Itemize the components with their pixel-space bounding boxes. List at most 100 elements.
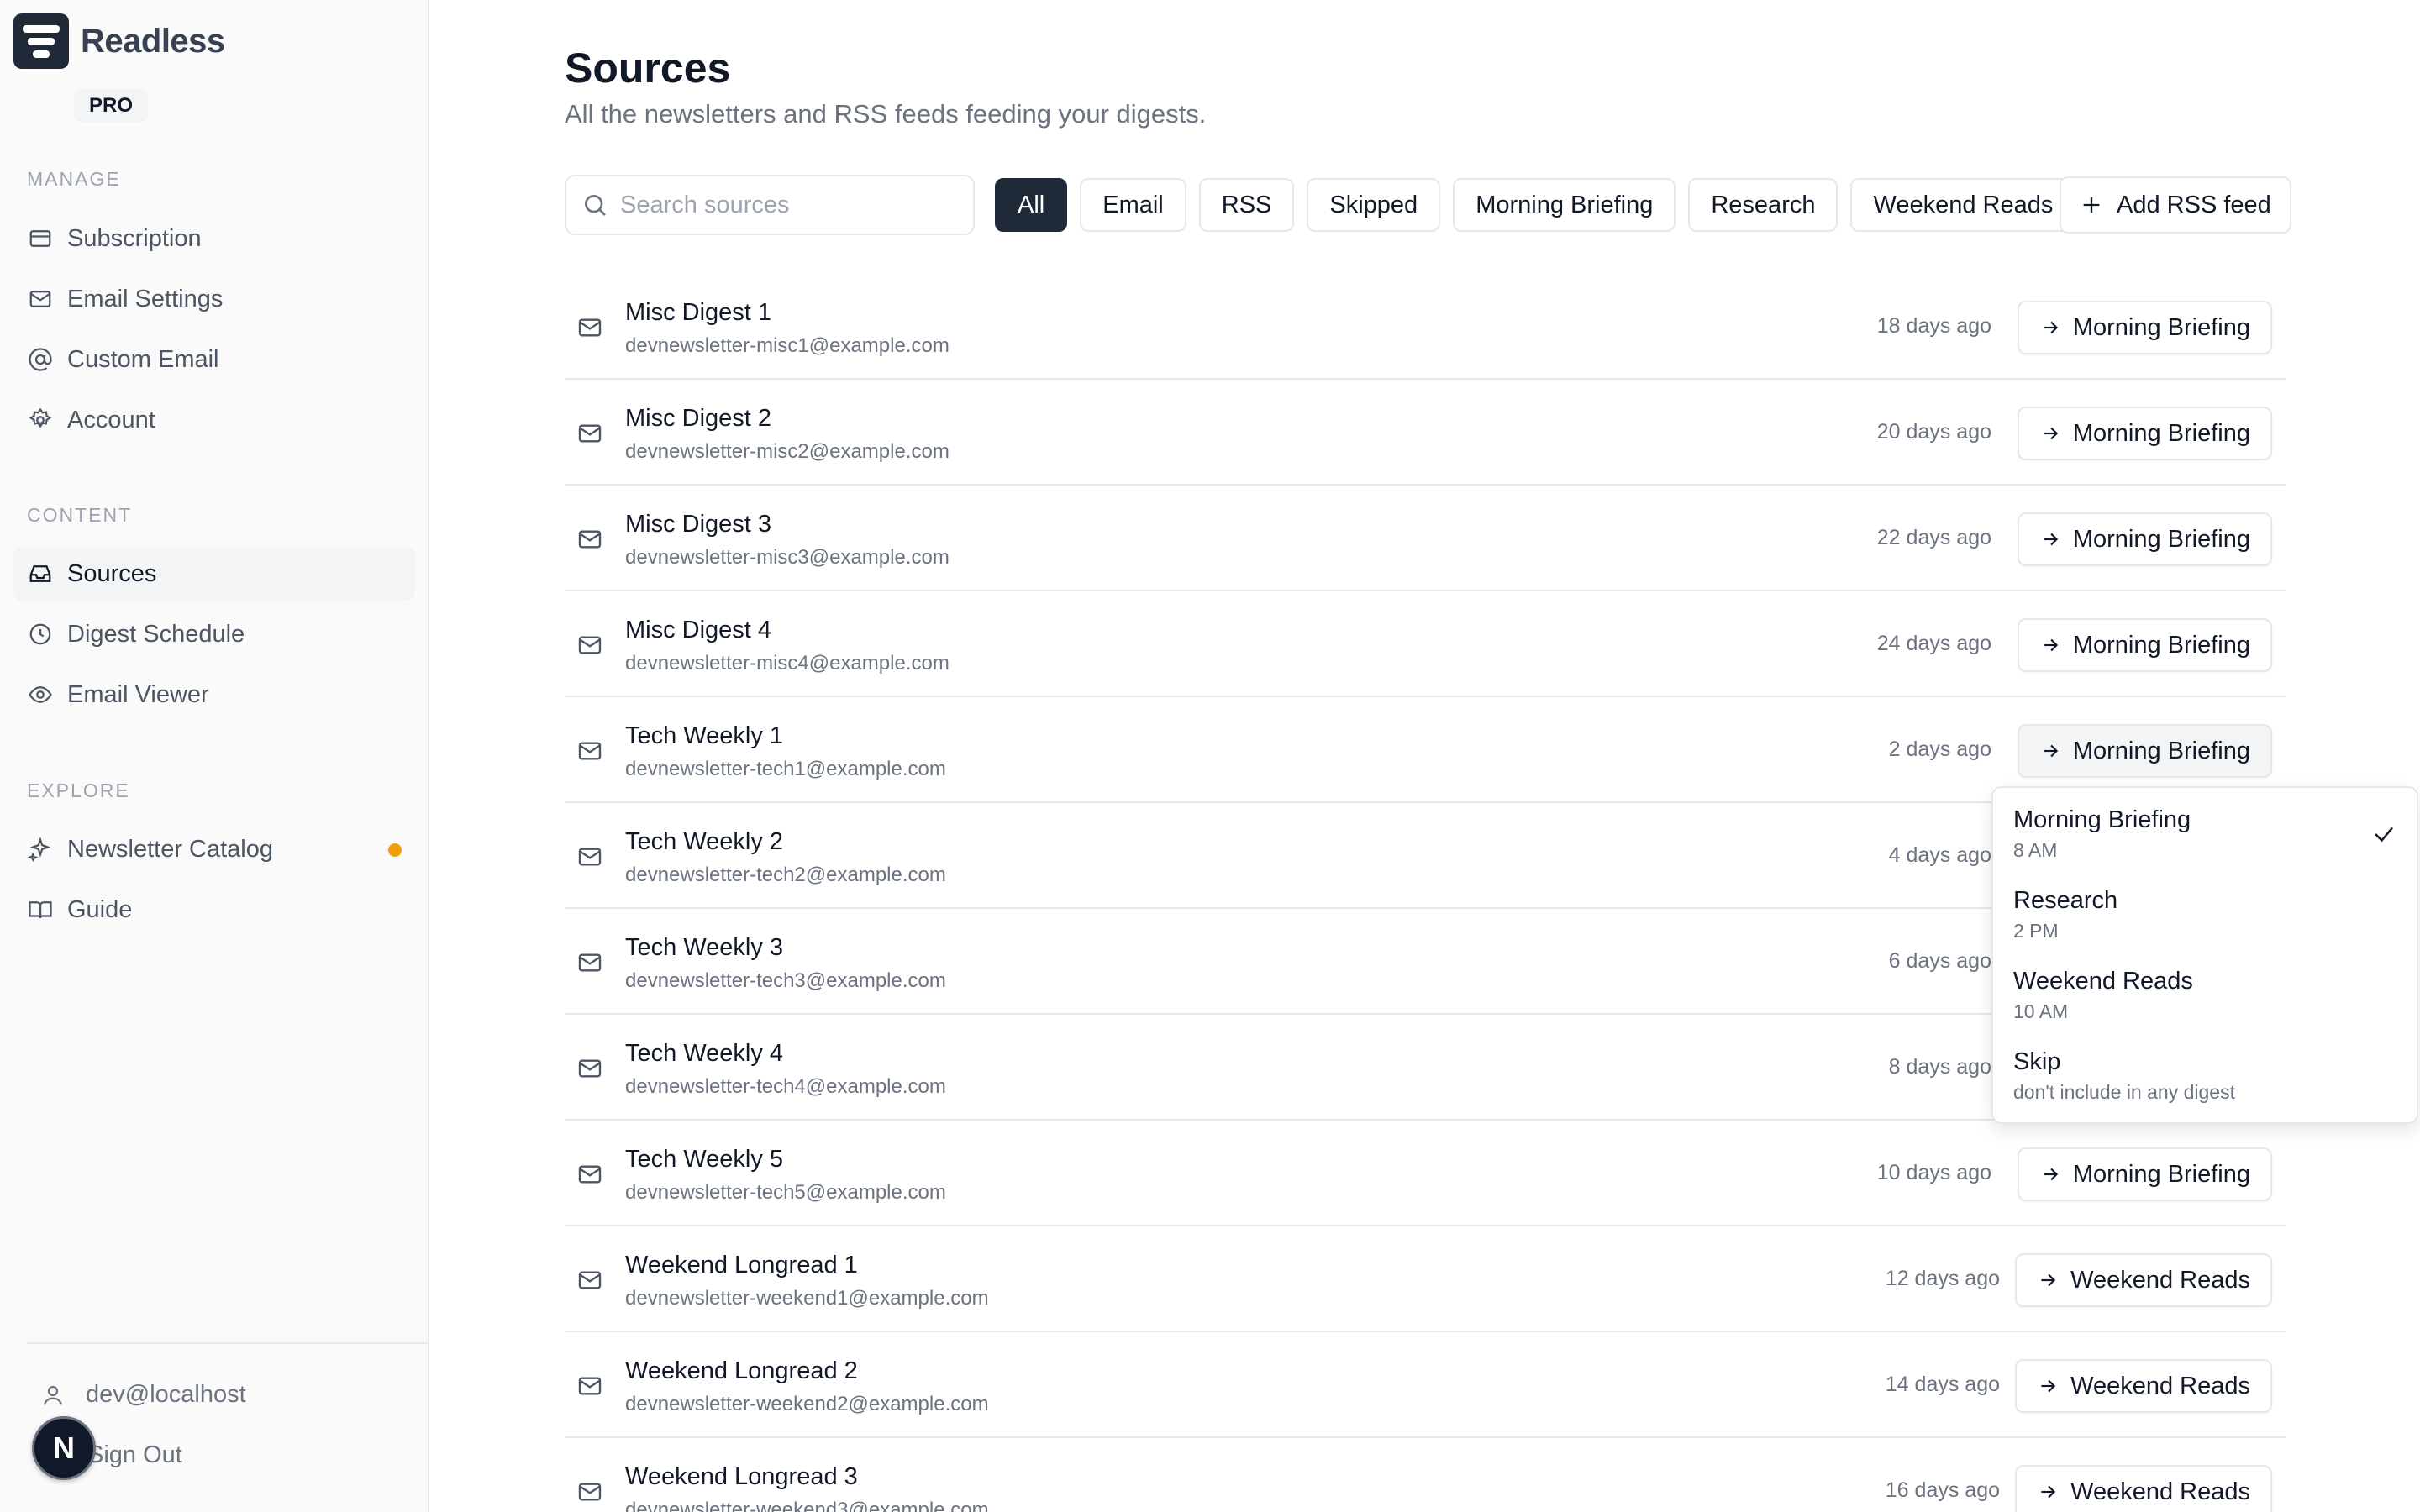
add-rss-feed-button[interactable]: Add RSS feed xyxy=(2060,176,2291,234)
gear-icon xyxy=(27,407,54,433)
book-icon xyxy=(27,896,54,923)
digest-destination-button[interactable]: Morning Briefing xyxy=(2017,1147,2272,1201)
avatar[interactable]: N xyxy=(32,1416,96,1480)
eye-icon xyxy=(27,681,54,708)
filter-weekend-reads[interactable]: Weekend Reads xyxy=(1850,178,2076,232)
filter-research[interactable]: Research xyxy=(1688,178,1839,232)
filter-email[interactable]: Email xyxy=(1080,178,1186,232)
filter-rss[interactable]: RSS xyxy=(1198,178,1295,232)
sidebar-item-digest-schedule[interactable]: Digest Schedule xyxy=(13,607,415,661)
digest-destination-button[interactable]: Weekend Reads xyxy=(2015,1359,2272,1413)
destination-label: Morning Briefing xyxy=(2072,1160,2250,1188)
arrow-right-icon xyxy=(2037,1269,2070,1291)
source-name: Misc Digest 2 xyxy=(625,405,772,432)
sidebar-item-email-settings[interactable]: Email Settings xyxy=(13,272,415,326)
mail-icon xyxy=(576,1161,603,1188)
source-row[interactable]: Weekend Longread 3 devnewsletter-weekend3… xyxy=(565,1438,2286,1512)
sidebar-item-label: Sources xyxy=(67,559,157,587)
mail-icon xyxy=(576,738,603,764)
sidebar-item-label: Email Settings xyxy=(67,285,224,312)
source-last-received: 24 days ago xyxy=(1876,632,1991,655)
dropdown-option-research[interactable]: Research 2 PM xyxy=(2013,887,2400,942)
source-last-received: 16 days ago xyxy=(1885,1478,2000,1502)
source-last-received: 20 days ago xyxy=(1876,420,1991,444)
user-icon xyxy=(43,1385,63,1405)
sidebar: Readless PRO MANAGE Subscription Email S… xyxy=(0,0,429,1512)
mail-icon xyxy=(576,420,603,447)
digest-destination-button[interactable]: Morning Briefing xyxy=(2017,407,2272,460)
sidebar-item-sources[interactable]: Sources xyxy=(13,547,415,601)
mail-icon xyxy=(27,286,54,312)
source-email: devnewsletter-weekend1@example.com xyxy=(625,1287,989,1310)
search-box[interactable] xyxy=(565,175,975,235)
sidebar-item-guide[interactable]: Guide xyxy=(13,883,415,937)
source-row[interactable]: Tech Weekly 5 devnewsletter-tech5@example… xyxy=(565,1121,2286,1226)
section-label-content: CONTENT xyxy=(27,504,133,526)
source-last-received: 2 days ago xyxy=(1888,738,1991,761)
app-name: Readless xyxy=(81,22,225,60)
source-row[interactable]: Misc Digest 2 devnewsletter-misc2@example… xyxy=(565,380,2286,486)
arrow-right-icon xyxy=(2039,634,2073,656)
notification-dot xyxy=(388,843,402,857)
clock-icon xyxy=(27,621,54,648)
filter-morning-briefing[interactable]: Morning Briefing xyxy=(1453,178,1676,232)
arrow-right-icon xyxy=(2037,1481,2070,1503)
source-last-received: 8 days ago xyxy=(1888,1055,1991,1079)
search-input[interactable] xyxy=(620,191,956,219)
sidebar-item-email-viewer[interactable]: Email Viewer xyxy=(13,668,415,722)
sidebar-item-label: Guide xyxy=(67,895,133,923)
brand[interactable]: Readless xyxy=(13,13,225,69)
source-name: Weekend Longread 2 xyxy=(625,1357,858,1384)
source-last-received: 22 days ago xyxy=(1876,526,1991,549)
digest-destination-button[interactable]: Weekend Reads xyxy=(2015,1253,2272,1307)
digest-destination-button[interactable]: Morning Briefing xyxy=(2017,512,2272,566)
dropdown-option-weekend-reads[interactable]: Weekend Reads 10 AM xyxy=(2013,968,2400,1023)
sidebar-item-label: Newsletter Catalog xyxy=(67,835,273,863)
option-title: Skip xyxy=(2013,1048,2061,1075)
sidebar-item-label: Subscription xyxy=(67,224,202,252)
dropdown-option-morning-briefing[interactable]: Morning Briefing 8 AM xyxy=(2013,806,2400,862)
source-row[interactable]: Misc Digest 3 devnewsletter-misc3@example… xyxy=(565,486,2286,591)
destination-dropdown: Morning Briefing 8 AM Research 2 PM Week… xyxy=(1991,786,2418,1124)
inbox-icon xyxy=(27,560,54,587)
sidebar-item-subscription[interactable]: Subscription xyxy=(13,212,415,265)
source-row[interactable]: Weekend Longread 1 devnewsletter-weekend1… xyxy=(565,1226,2286,1332)
arrow-right-icon xyxy=(2039,423,2073,444)
digest-destination-button[interactable]: Morning Briefing xyxy=(2017,618,2272,672)
source-email: devnewsletter-misc3@example.com xyxy=(625,546,950,569)
sidebar-item-label: Email Viewer xyxy=(67,680,209,708)
sparkles-icon xyxy=(27,836,54,863)
destination-label: Weekend Reads xyxy=(2070,1266,2250,1294)
sidebar-item-label: Digest Schedule xyxy=(67,620,245,648)
dropdown-option-skip[interactable]: Skip don't include in any digest xyxy=(2013,1048,2400,1104)
digest-destination-button[interactable]: Weekend Reads xyxy=(2015,1465,2272,1512)
sign-out-button[interactable]: Sign Out xyxy=(87,1441,182,1469)
arrow-right-icon xyxy=(2039,317,2073,339)
digest-destination-button[interactable]: Morning Briefing xyxy=(2017,724,2272,778)
source-row[interactable]: Weekend Longread 2 devnewsletter-weekend2… xyxy=(565,1332,2286,1438)
mail-icon xyxy=(576,1373,603,1399)
filter-bar: All Email RSS Skipped Morning Briefing R… xyxy=(995,178,2088,232)
arrow-right-icon xyxy=(2039,528,2073,550)
source-email: devnewsletter-tech3@example.com xyxy=(625,969,946,992)
source-email: devnewsletter-misc1@example.com xyxy=(625,334,950,357)
destination-label: Morning Briefing xyxy=(2072,419,2250,447)
source-row[interactable]: Misc Digest 4 devnewsletter-misc4@example… xyxy=(565,591,2286,697)
source-last-received: 18 days ago xyxy=(1876,314,1991,338)
filter-skipped[interactable]: Skipped xyxy=(1307,178,1441,232)
source-last-received: 12 days ago xyxy=(1885,1267,2000,1290)
source-email: devnewsletter-tech1@example.com xyxy=(625,758,946,780)
sidebar-item-newsletter-catalog[interactable]: Newsletter Catalog xyxy=(13,822,415,876)
sidebar-item-label: Account xyxy=(67,406,155,433)
sidebar-item-custom-email[interactable]: Custom Email xyxy=(13,333,415,386)
destination-label: Morning Briefing xyxy=(2072,737,2250,764)
filter-all[interactable]: All xyxy=(995,178,1068,232)
arrow-right-icon xyxy=(2039,1163,2073,1185)
sidebar-divider xyxy=(27,1342,429,1344)
search-icon xyxy=(585,195,606,216)
current-user: dev@localhost xyxy=(40,1381,246,1409)
source-row[interactable]: Misc Digest 1 devnewsletter-misc1@example… xyxy=(565,274,2286,380)
option-subtitle: don't include in any digest xyxy=(2013,1081,2235,1103)
sidebar-item-account[interactable]: Account xyxy=(13,393,415,447)
digest-destination-button[interactable]: Morning Briefing xyxy=(2017,301,2272,354)
